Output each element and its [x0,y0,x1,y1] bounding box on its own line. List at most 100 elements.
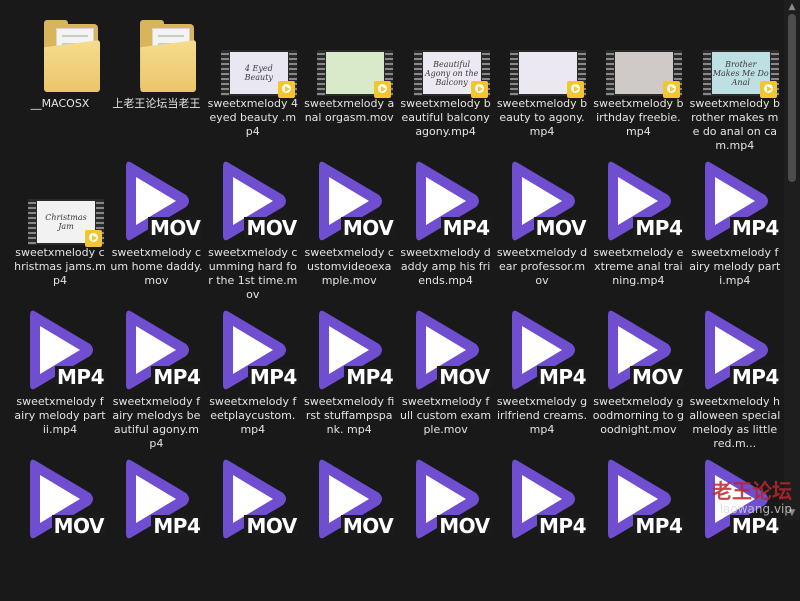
video-play-icon: MOV [590,304,686,390]
video-play-icon: MP4 [687,155,783,241]
file-name: sweetxmelody full custom example.mov [400,395,492,436]
file-item[interactable]: MP4 sweetxmelody first stuffampspank. mp4 [301,304,397,452]
file-extension-badge: MOV [437,365,492,389]
video-play-icon: MP4 [494,453,590,539]
file-name: sweetxmelody goodmorning to goodnight.mo… [592,395,684,436]
file-item[interactable]: MP4 sweetxmelody daddy amp his friends.mp… [398,155,494,303]
video-play-icon: MOV [205,155,301,241]
video-play-icon: MOV [108,155,204,241]
video-play-icon: MP4 [12,304,108,390]
file-item[interactable]: MP4 sweetxmelody feetplaycustom. mp4 [205,304,301,452]
file-item[interactable]: MP4 [108,453,204,601]
file-name: sweetxmelody christmas jams.mp4 [14,246,106,287]
file-item[interactable]: Beautiful Agony on the Balcony sweetxmelo… [398,6,494,154]
file-extension-badge: MOV [244,216,299,240]
file-item[interactable]: MOV sweetxmelody goodmorning to goodnight… [590,304,686,452]
video-play-icon: MOV [12,453,108,539]
file-name: sweetxmelody dear professor.mov [496,246,588,287]
file-extension-badge: MP4 [247,365,299,389]
file-item[interactable]: MP4 [687,453,783,601]
video-thumbnail-icon [301,6,397,98]
file-item[interactable]: MOV sweetxmelody customvideoexample.mov [301,155,397,303]
player-badge-icon [759,81,777,98]
file-item[interactable]: MOV sweetxmelody dear professor.mov [494,155,590,303]
file-item[interactable]: MP4 sweetxmelody fairy melodys beautiful … [108,304,204,452]
file-item[interactable]: MOV [205,453,301,601]
file-item[interactable]: MP4 sweetxmelody extreme anal training.mp… [590,155,686,303]
file-item[interactable]: MP4 sweetxmelody halloween special melody… [687,304,783,452]
video-play-icon: MP4 [301,304,397,390]
file-item[interactable]: Christmas Jam sweetxmelody christmas jams… [12,155,108,303]
file-name: sweetxmelody beautiful balcony agony.mp4 [400,97,491,138]
file-item[interactable]: MOV sweetxmelody cumming hard for the 1st… [205,155,301,303]
file-extension-badge: MOV [244,514,299,538]
folder-icon [108,6,204,92]
video-play-icon: MOV [301,155,397,241]
file-name: sweetxmelody beauty to agony.mp4 [496,97,588,138]
file-item[interactable]: 上老王论坛当老王 [108,6,204,154]
video-play-icon: MP4 [494,304,590,390]
video-play-icon: MP4 [205,304,301,390]
video-thumbnail-icon: Beautiful Agony on the Balcony [398,6,494,98]
file-extension-badge: MP4 [344,365,396,389]
video-thumbnail-icon: Brother Makes Me Do Anal [687,6,783,98]
video-thumbnail-icon [494,6,590,98]
file-item[interactable]: sweetxmelody birthday freebie.mp4 [590,6,686,154]
video-play-icon: MOV [494,155,590,241]
file-item[interactable]: MP4 sweetxmelody girlfriend creams.mp4 [494,304,590,452]
file-extension-badge: MOV [630,365,685,389]
file-name: sweetxmelody brother makes me do anal on… [689,97,780,152]
file-item[interactable]: Brother Makes Me Do Anal sweetxmelody bro… [687,6,783,154]
watermark-title: 老王论坛 [712,479,792,503]
file-extension-badge: MP4 [151,365,203,389]
file-extension-badge: MP4 [537,514,588,538]
file-item[interactable]: MP4 sweetxmelody fairy melody part ii.mp4 [12,304,108,452]
file-extension-badge: MP4 [633,514,685,538]
file-item[interactable]: sweetxmelody beauty to agony.mp4 [494,6,590,154]
watermark-url: laowang.vip [719,502,792,516]
player-badge-icon [374,81,392,98]
video-play-icon: MOV [398,453,494,539]
file-item[interactable]: MP4 [590,453,686,601]
file-extension-badge: MP4 [633,216,685,240]
video-play-icon: MP4 [590,453,686,539]
scroll-thumb[interactable] [788,14,796,182]
video-play-icon: MP4 [398,155,494,241]
file-extension-badge: MOV [148,216,203,240]
file-item[interactable]: 4 Eyed Beauty sweetxmelody 4 eyed beauty … [205,6,301,154]
file-item[interactable]: MP4 [494,453,590,601]
file-grid: __MACOSX 上老王论坛当老王 4 Eyed Beauty sweetxmelod… [0,0,784,539]
thumbnail-title: 4 Eyed Beauty [244,64,273,82]
video-play-icon: MP4 [108,304,204,390]
file-name: 上老王论坛当老王 [112,97,201,110]
file-item[interactable]: MOV sweetxmelody full custom example.mov [398,304,494,452]
file-item[interactable]: MOV [398,453,494,601]
thumbnail-title: Christmas Jam [45,213,87,231]
video-thumbnail-icon [590,6,686,98]
watermark: 老王论坛 laowang.vip [712,480,792,516]
file-item[interactable]: sweetxmelody anal orgasm.mov [301,6,397,154]
file-name: __MACOSX [30,97,90,110]
player-badge-icon [663,81,681,98]
file-extension-badge: MOV [51,514,106,538]
file-item[interactable]: MOV [12,453,108,601]
file-extension-badge: MP4 [537,365,588,389]
player-badge-icon [567,81,584,98]
file-name: sweetxmelody extreme anal training.mp4 [593,246,684,287]
scroll-up-icon[interactable]: ▲ [784,0,800,14]
video-play-icon: MP4 [687,304,783,390]
file-name: sweetxmelody anal orgasm.mov [304,97,395,124]
video-play-icon: MOV [301,453,397,539]
file-item[interactable]: MOV sweetxmelody cum home daddy.mov [108,155,204,303]
file-name: sweetxmelody 4 eyed beauty .mp4 [207,97,298,138]
vertical-scrollbar[interactable]: ▲ ▼ [784,0,800,520]
file-extension-badge: MP4 [729,514,781,538]
video-thumbnail-icon: 4 Eyed Beauty [205,6,301,98]
file-name: sweetxmelody halloween special melody as… [689,395,781,450]
file-extension-badge: MOV [340,514,396,538]
file-name: sweetxmelody girlfriend creams.mp4 [496,395,588,436]
file-item[interactable]: MOV [301,453,397,601]
player-badge-icon [85,230,102,247]
file-item[interactable]: __MACOSX [12,6,108,154]
file-item[interactable]: MP4 sweetxmelody fairy melody part i.mp4 [687,155,783,303]
